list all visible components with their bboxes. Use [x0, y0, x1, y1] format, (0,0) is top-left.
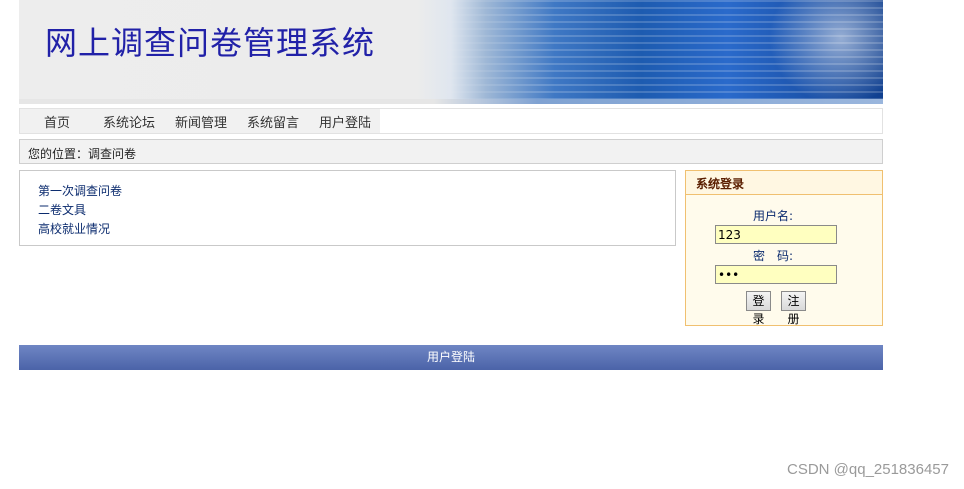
breadcrumb: 您的位置：调查问卷	[19, 139, 883, 164]
login-panel-title: 系统登录	[686, 171, 882, 195]
survey-link[interactable]: 高校就业情况	[38, 220, 110, 237]
login-panel: 系统登录 用户名: 密 码: 登录 注册	[685, 170, 883, 326]
nav-item-home[interactable]: 首页	[44, 112, 70, 131]
main-nav: 首页 系统论坛 新闻管理 系统留言 用户登陆	[19, 108, 883, 134]
username-label: 用户名:	[753, 209, 794, 223]
register-button[interactable]: 注册	[781, 291, 806, 326]
survey-list: 第一次调查问卷 二卷文具 高校就业情况	[19, 170, 676, 246]
login-button[interactable]: 登录	[746, 291, 771, 326]
footer-bar: 用户登陆	[19, 345, 883, 370]
nav-item-messages[interactable]: 系统留言	[247, 112, 299, 131]
survey-link[interactable]: 第一次调查问卷	[38, 182, 122, 199]
header-banner: 网上调查问卷管理系统	[19, 0, 883, 104]
password-input[interactable]	[715, 265, 837, 284]
nav-item-news[interactable]: 新闻管理	[175, 112, 227, 131]
banner-bottom-edge	[19, 99, 883, 104]
username-input[interactable]	[715, 225, 837, 244]
nav-item-login[interactable]: 用户登陆	[319, 112, 371, 131]
password-label: 密 码:	[753, 249, 794, 263]
nav-item-forum[interactable]: 系统论坛	[103, 112, 155, 131]
site-title: 网上调查问卷管理系统	[45, 24, 376, 62]
banner-glow	[763, 0, 883, 104]
survey-link[interactable]: 二卷文具	[38, 201, 86, 218]
watermark: CSDN @qq_251836457	[786, 461, 949, 478]
